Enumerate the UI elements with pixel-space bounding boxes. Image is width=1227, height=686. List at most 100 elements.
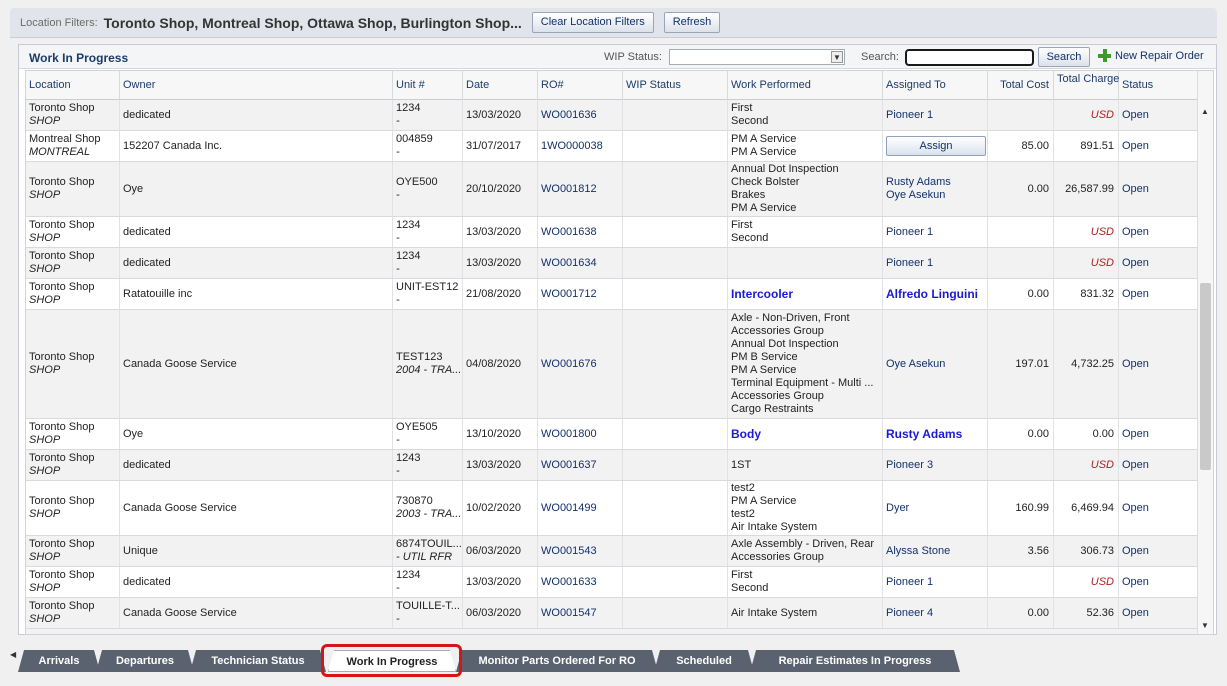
assignee-link[interactable]: Pioneer 3 (886, 459, 984, 472)
column-total-charge[interactable]: Total Charge (1054, 71, 1119, 100)
table-row[interactable]: Toronto Shop SHOP Canada Goose Service TOUI… (26, 598, 1198, 629)
total-charge-value: USD (1090, 458, 1114, 471)
column-work-performed[interactable]: Work Performed (728, 71, 883, 100)
tab-scroll-left-icon[interactable]: ◀ (10, 650, 16, 659)
status-link[interactable]: Open (1122, 607, 1194, 620)
table-row[interactable]: Toronto Shop SHOP dedicated 1234-13/03/2020… (26, 248, 1198, 279)
location-cell: Montreal Shop MONTREAL (26, 131, 120, 161)
status-link[interactable]: Open (1122, 459, 1194, 472)
tab-scheduled[interactable]: Scheduled (654, 650, 754, 672)
table-row[interactable]: Toronto Shop SHOP dedicated 1243-13/03/2020… (26, 450, 1198, 481)
assigned-to-cell: Alyssa Stone (883, 536, 988, 566)
refresh-button[interactable]: Refresh (663, 12, 721, 33)
ro-link[interactable]: WO001499 (541, 502, 619, 515)
assignee-link[interactable]: Oye Asekun (886, 358, 984, 371)
status-link[interactable]: Open (1122, 226, 1194, 239)
assignee-link[interactable]: Pioneer 1 (886, 576, 984, 589)
tab-departures[interactable]: Departures (96, 650, 194, 672)
status-link[interactable]: Open (1122, 428, 1194, 441)
table-row[interactable]: Toronto Shop SHOP Unique 6874TOUIL... - UTIL… (26, 536, 1198, 567)
ro-cell: WO001812 (538, 162, 623, 216)
table-row[interactable]: Toronto Shop SHOP Ratatouille inc UNIT-EST1… (26, 279, 1198, 310)
assignee-link[interactable]: Pioneer 1 (886, 226, 984, 239)
total-cost-cell: 0.00 (988, 279, 1054, 309)
table-row-partial[interactable] (26, 629, 1198, 634)
chevron-down-icon[interactable]: ▼ (831, 51, 843, 63)
status-link[interactable]: Open (1122, 109, 1194, 122)
scrollbar-thumb[interactable] (1200, 283, 1211, 470)
wip-status-select[interactable]: ▼ (669, 49, 845, 65)
total-cost-value: 0.00 (1027, 182, 1049, 195)
assignee-link[interactable]: Rusty Adams (886, 176, 984, 189)
ro-link[interactable]: WO001676 (541, 358, 619, 371)
column-unit[interactable]: Unit # (393, 71, 463, 100)
work-item: PM A Service (731, 146, 797, 158)
ro-link[interactable]: WO001800 (541, 428, 619, 441)
unit-cell: OYE505- (393, 419, 463, 449)
column-assigned-to[interactable]: Assigned To (883, 71, 988, 100)
search-button[interactable]: Search (1038, 47, 1090, 67)
status-link[interactable]: Open (1122, 257, 1194, 270)
ro-link[interactable]: WO001638 (541, 226, 619, 239)
assignee-link[interactable]: Dyer (886, 502, 984, 515)
work-item[interactable]: Intercooler (731, 287, 879, 301)
assignee-link[interactable]: Rusty Adams (886, 427, 984, 441)
bottom-tab-bar: ◀ Arrivals Departures Technician Status … (10, 644, 1217, 677)
scroll-down-icon[interactable]: ▼ (1201, 621, 1209, 630)
tab-arrivals[interactable]: Arrivals (18, 650, 100, 672)
work-item[interactable]: Body (731, 427, 879, 441)
ro-link[interactable]: WO001637 (541, 459, 619, 472)
column-ro[interactable]: RO# (538, 71, 623, 100)
ro-link[interactable]: 1WO000038 (541, 140, 619, 153)
assignee-link[interactable]: Pioneer 4 (886, 607, 984, 620)
column-owner[interactable]: Owner (120, 71, 393, 100)
status-link[interactable]: Open (1122, 183, 1194, 196)
vertical-scrollbar[interactable]: ▲ ▼ (1197, 71, 1213, 634)
table-row[interactable]: Toronto Shop SHOP Canada Goose Service TEST… (26, 310, 1198, 419)
total-cost-cell: 0.00 (988, 162, 1054, 216)
status-link[interactable]: Open (1122, 502, 1194, 515)
work-performed-cell: Annual Dot Inspection Check Bolster Brakes… (728, 162, 883, 216)
assignee-link[interactable]: Alfredo Linguini (886, 287, 984, 301)
status-link[interactable]: Open (1122, 358, 1194, 371)
column-wip-status[interactable]: WIP Status (623, 71, 728, 100)
column-location[interactable]: Location (26, 71, 120, 100)
assignee-link[interactable]: Alyssa Stone (886, 545, 984, 558)
table-row[interactable]: Toronto Shop SHOP Oye OYE505-13/10/2020 WO00… (26, 419, 1198, 450)
search-input[interactable] (905, 49, 1034, 66)
tab-technician-status[interactable]: Technician Status (190, 650, 326, 672)
date-cell: 31/07/2017 (463, 131, 538, 161)
scroll-up-icon[interactable]: ▲ (1201, 107, 1209, 116)
assignee-link[interactable]: Pioneer 1 (886, 257, 984, 270)
table-row[interactable]: Toronto Shop SHOP dedicated 1234-13/03/2020… (26, 567, 1198, 598)
ro-link[interactable]: WO001712 (541, 288, 619, 301)
table-row[interactable]: Toronto Shop SHOP Oye OYE500-20/10/2020 WO00… (26, 162, 1198, 217)
date-cell: 10/02/2020 (463, 481, 538, 535)
ro-link[interactable]: WO001543 (541, 545, 619, 558)
location-filters-value[interactable]: Toronto Shop, Montreal Shop, Ottawa Shop… (104, 15, 522, 31)
assign-button[interactable]: Assign (886, 136, 986, 156)
status-link[interactable]: Open (1122, 288, 1194, 301)
tab-monitor-parts-ordered[interactable]: Monitor Parts Ordered For RO (456, 650, 658, 672)
ro-link[interactable]: WO001547 (541, 607, 619, 620)
table-row[interactable]: Toronto Shop SHOP dedicated 1234-13/03/2020… (26, 100, 1198, 131)
column-status[interactable]: Status (1119, 71, 1198, 100)
status-link[interactable]: Open (1122, 576, 1194, 589)
ro-link[interactable]: WO001636 (541, 109, 619, 122)
assignee-link[interactable]: Oye Asekun (886, 189, 984, 202)
ro-link[interactable]: WO001634 (541, 257, 619, 270)
column-date[interactable]: Date (463, 71, 538, 100)
column-total-cost[interactable]: Total Cost (988, 71, 1054, 100)
ro-link[interactable]: WO001812 (541, 183, 619, 196)
assignee-link[interactable]: Pioneer 1 (886, 109, 984, 122)
new-repair-order-link[interactable]: New Repair Order (1098, 49, 1204, 62)
tab-repair-estimates[interactable]: Repair Estimates In Progress (750, 650, 960, 672)
status-link[interactable]: Open (1122, 545, 1194, 558)
ro-link[interactable]: WO001633 (541, 576, 619, 589)
clear-location-filters-button[interactable]: Clear Location Filters (531, 12, 654, 33)
table-row[interactable]: Montreal Shop MONTREAL 152207 Canada Inc. 0… (26, 131, 1198, 162)
grid-header: Location Owner Unit # Date RO# WIP Statu… (26, 71, 1198, 100)
table-row[interactable]: Toronto Shop SHOP dedicated 1234-13/03/2020… (26, 217, 1198, 248)
table-row[interactable]: Toronto Shop SHOP Canada Goose Service 7308… (26, 481, 1198, 536)
status-link[interactable]: Open (1122, 140, 1194, 153)
